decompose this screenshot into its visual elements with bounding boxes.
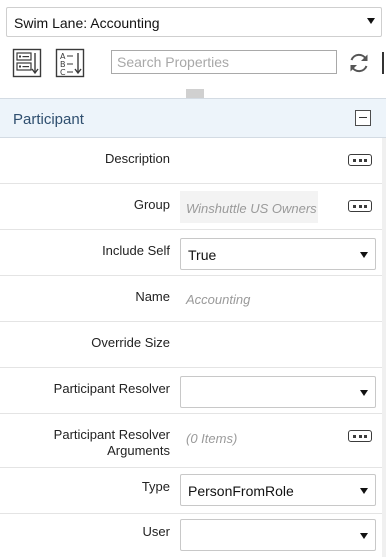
property-label: Type — [141, 479, 170, 494]
property-label: Include Self — [102, 243, 170, 258]
caret-down-icon — [360, 488, 368, 494]
property-row-include-self: Include Self True — [0, 230, 386, 276]
property-label: Description — [104, 151, 170, 166]
categorized-view-button[interactable] — [12, 48, 42, 78]
property-value: Winshuttle US Owners — [186, 201, 317, 216]
refresh-icon — [350, 53, 368, 73]
property-row-user: User — [0, 514, 386, 557]
property-value: (0 Items) — [186, 431, 238, 446]
property-label-line2: Arguments — [107, 443, 170, 458]
section-header-participant: Participant — [0, 98, 386, 138]
section-title: Participant — [13, 111, 84, 128]
refresh-button[interactable] — [346, 50, 372, 76]
caret-down-icon — [367, 18, 375, 24]
property-row-description: Description — [0, 138, 386, 184]
property-label: User — [142, 524, 170, 539]
categorized-view-icon — [12, 48, 42, 78]
ellipsis-icon[interactable] — [348, 430, 372, 442]
ellipsis-icon[interactable] — [348, 200, 372, 212]
property-label-line1: Participant Resolver — [53, 427, 170, 442]
property-label: Name — [135, 289, 170, 304]
participant-resolver-dropdown[interactable] — [180, 376, 376, 408]
property-row-group: Group Winshuttle US Owners — [0, 184, 386, 230]
splitter-handle[interactable] — [186, 89, 204, 98]
alphabetical-sort-icon: A B C — [55, 48, 85, 78]
svg-text:C: C — [60, 68, 66, 77]
object-selector-value: Swim Lane: Accounting — [14, 15, 160, 31]
object-selector-dropdown[interactable]: Swim Lane: Accounting — [6, 7, 382, 37]
ellipsis-icon[interactable] — [348, 154, 372, 166]
property-label: Participant Resolver — [53, 381, 170, 396]
property-label: Override Size — [91, 335, 170, 350]
property-row-override-size: Override Size — [0, 322, 386, 368]
caret-down-icon — [360, 390, 368, 396]
user-dropdown[interactable] — [180, 519, 376, 551]
type-dropdown[interactable]: PersonFromRole — [180, 474, 376, 506]
property-row-name: Name Accounting — [0, 276, 386, 322]
minus-icon[interactable] — [355, 110, 371, 126]
dropdown-value: PersonFromRole — [188, 483, 294, 499]
dropdown-value: True — [188, 247, 217, 263]
include-self-dropdown[interactable]: True — [180, 238, 376, 270]
alphabetical-sort-button[interactable]: A B C — [55, 48, 85, 78]
name-value[interactable]: Accounting — [186, 292, 250, 307]
property-row-participant-resolver-arguments: Participant Resolver Arguments (0 Items) — [0, 414, 386, 468]
property-row-type: Type PersonFromRole — [0, 468, 386, 514]
search-properties-input[interactable] — [111, 50, 337, 74]
toolbar-overflow-edge — [382, 49, 386, 77]
caret-down-icon — [360, 252, 368, 258]
property-row-participant-resolver: Participant Resolver — [0, 368, 386, 414]
caret-down-icon — [360, 533, 368, 539]
property-label: Group — [133, 197, 170, 212]
scrollbar-track[interactable] — [382, 138, 386, 557]
